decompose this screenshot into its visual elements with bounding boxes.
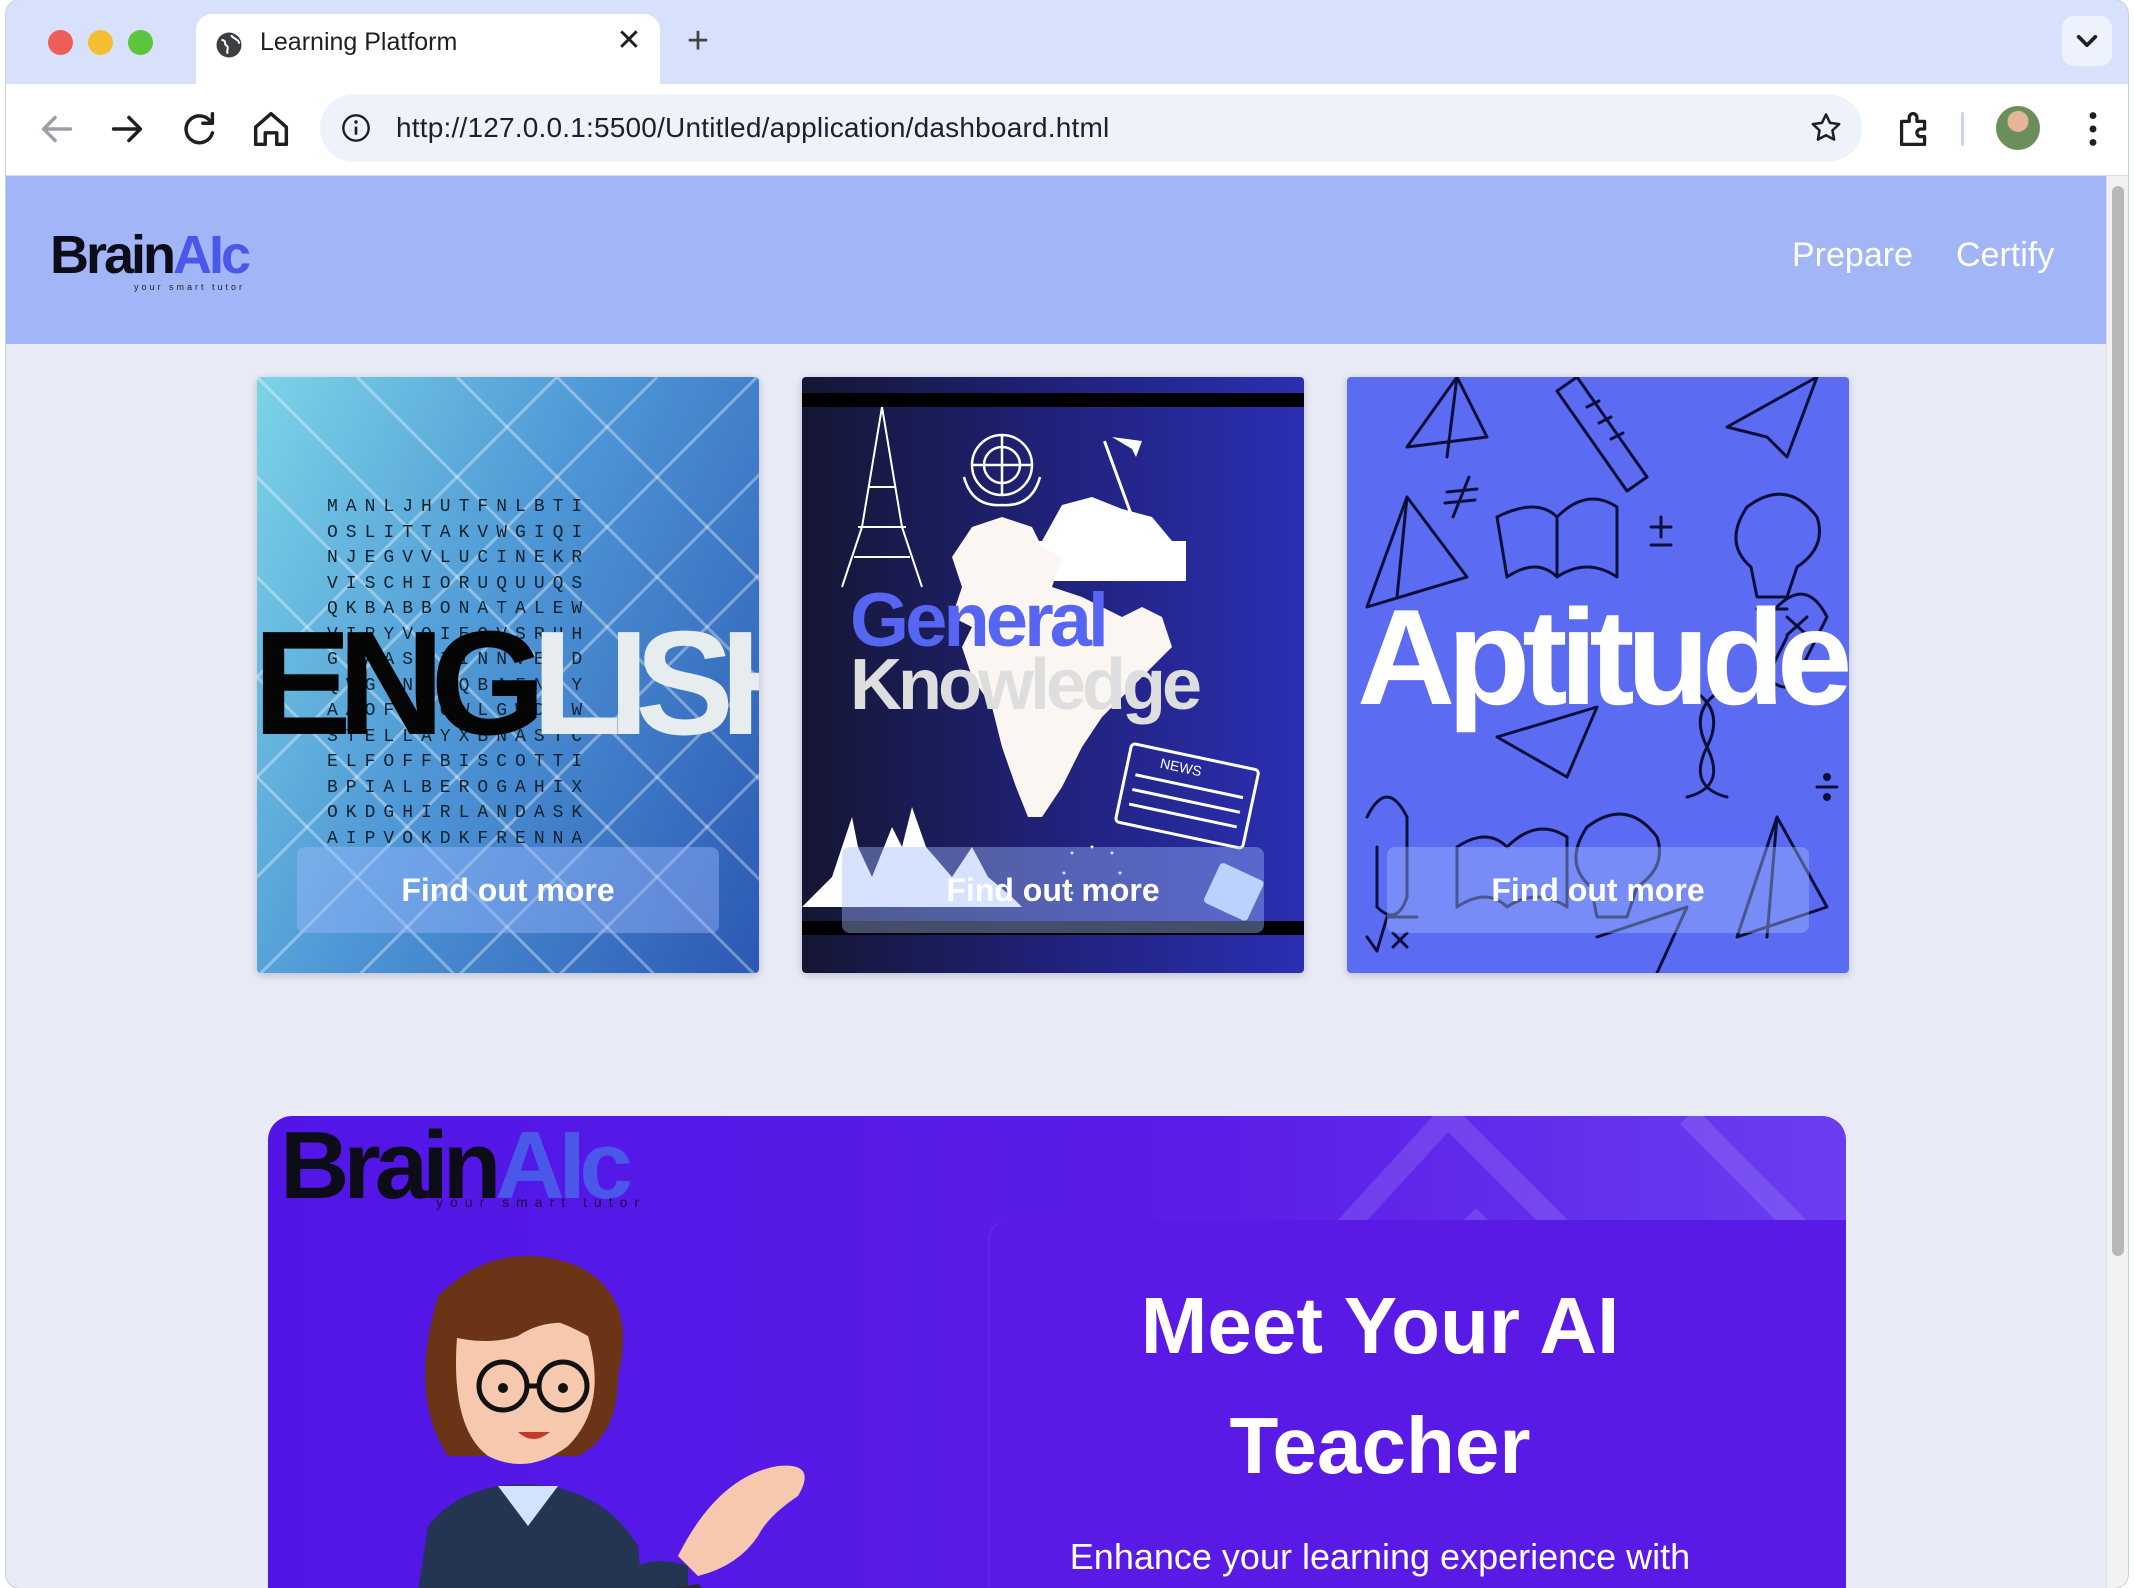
aptitude-title: Aptitude — [1357, 581, 1849, 733]
site-logo[interactable]: BrainAIc your smart tutor — [50, 225, 251, 292]
reload-icon[interactable] — [176, 106, 222, 152]
site-info-icon[interactable] — [340, 112, 372, 144]
pyramid-icon — [1405, 377, 1489, 459]
toolbar-separator — [1961, 112, 1964, 146]
paper-plane-icon — [1725, 377, 1819, 459]
english-title: ENGLISH — [257, 609, 759, 759]
tab-title: Learning Platform — [260, 28, 458, 56]
browser-window: Learning Platform ✕ + http://127.0.0.1:5… — [6, 0, 2128, 1588]
page-viewport: BrainAIc your smart tutor Prepare Certif… — [6, 176, 2128, 1588]
scrollbar-thumb[interactable] — [2112, 186, 2124, 1256]
back-arrow-icon[interactable] — [34, 106, 80, 152]
nav-link-certify[interactable]: Certify — [1956, 236, 2054, 275]
chevron-down-icon — [2076, 34, 2098, 48]
english-title-dark: ENG — [257, 601, 546, 766]
aptitude-card[interactable]: Aptitude Find out more — [1347, 377, 1849, 973]
banner-logo-tagline: your smart tutor — [436, 1194, 647, 1210]
site-header: BrainAIc your smart tutor Prepare Certif… — [6, 176, 2106, 344]
logo-ai-text: AIc — [173, 225, 251, 285]
new-tab-button[interactable]: + — [678, 22, 718, 62]
page-scrollbar[interactable] — [2106, 176, 2128, 1588]
tab-search-button[interactable] — [2062, 16, 2112, 66]
close-tab-icon[interactable]: ✕ — [612, 24, 646, 58]
open-book-icon — [1495, 497, 1619, 579]
eiffel-tower-icon — [841, 406, 923, 588]
english-title-light: LISH — [531, 601, 759, 766]
globe-icon — [216, 32, 242, 58]
aptitude-find-out-more-button[interactable]: Find out more — [1387, 847, 1809, 933]
bookmark-star-icon[interactable] — [1808, 110, 1844, 146]
not-equal-icon — [1443, 475, 1479, 519]
banner-logo: BrainAIc your smart tutor — [280, 1116, 639, 1216]
nav-link-prepare[interactable]: Prepare — [1792, 236, 1913, 275]
address-bar[interactable]: http://127.0.0.1:5500/Untitled/applicati… — [320, 94, 1862, 162]
forward-arrow-icon[interactable] — [104, 106, 150, 152]
general-knowledge-card[interactable]: NEWS General Knowledge Find out more — [802, 377, 1304, 973]
home-icon[interactable] — [248, 106, 294, 152]
newspaper-icon — [1114, 742, 1260, 850]
logo-tagline: your smart tutor — [134, 282, 246, 292]
plus-minus-icon — [1649, 515, 1673, 547]
banner-subtitle: Enhance your learning experience with — [1069, 1536, 1691, 1577]
english-card[interactable]: MANLJHUTFNLBTI OSLITTAKVWGIQI NJEGVVLUCI… — [257, 377, 759, 973]
english-find-out-more-button[interactable]: Find out more — [297, 847, 719, 933]
logo-brain-text: Brain — [50, 225, 176, 285]
gk-find-out-more-button[interactable]: Find out more — [842, 847, 1264, 933]
profile-avatar[interactable] — [1996, 106, 2040, 150]
un-emblem-icon — [962, 433, 1042, 507]
minimize-window-button[interactable] — [88, 30, 113, 55]
tab-strip: Learning Platform ✕ + — [6, 0, 2128, 84]
banner-title: Meet Your AI Teacher — [1140, 1281, 1620, 1490]
url-text[interactable]: http://127.0.0.1:5500/Untitled/applicati… — [396, 112, 1109, 144]
gk-title-knowledge: Knowledge — [850, 645, 1202, 725]
ai-teacher-banner: BrainAIc your smart tutor Meet Your AI T… — [268, 1116, 1846, 1588]
extensions-icon[interactable] — [1892, 106, 1938, 152]
browser-tab-active[interactable]: Learning Platform ✕ — [196, 14, 660, 84]
close-window-button[interactable] — [48, 30, 73, 55]
maximize-window-button[interactable] — [128, 30, 153, 55]
more-menu-icon[interactable] — [2070, 106, 2116, 152]
browser-toolbar: http://127.0.0.1:5500/Untitled/applicati… — [6, 84, 2128, 176]
ruler-icon — [1555, 377, 1649, 493]
teacher-illustration — [418, 1256, 805, 1588]
